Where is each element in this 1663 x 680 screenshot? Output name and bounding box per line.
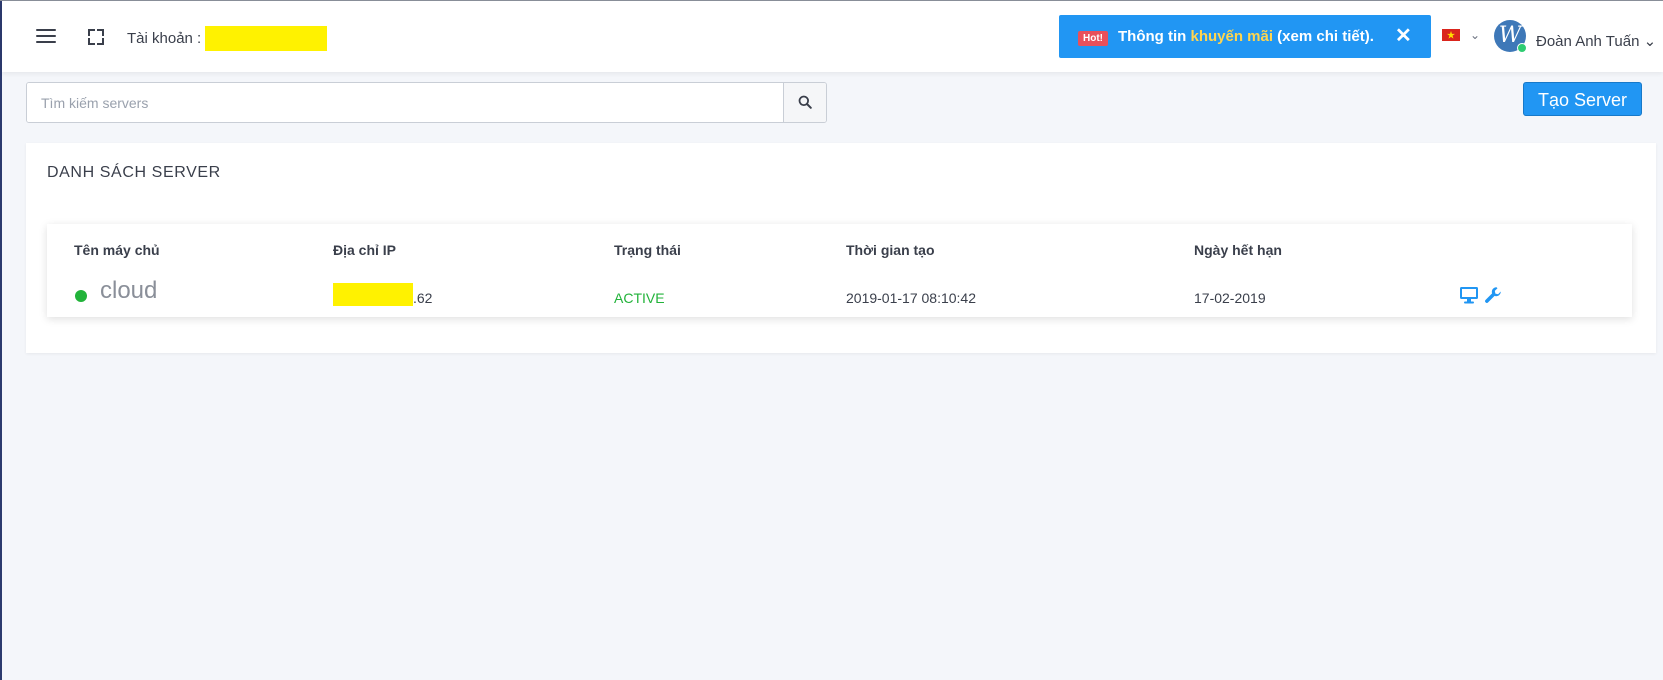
server-table: Tên máy chủ Địa chỉ IP Trạng thái Thời g…	[47, 224, 1632, 317]
promo-text: Thông tin khuyến mãi (xem chi tiết).	[1118, 28, 1374, 45]
search-box	[26, 82, 827, 123]
wrench-icon[interactable]	[1484, 286, 1502, 304]
column-header-ip: Địa chỉ IP	[333, 242, 397, 258]
column-header-status: Trạng thái	[614, 242, 681, 258]
hot-badge: Hot!	[1078, 31, 1108, 46]
search-button[interactable]	[783, 83, 826, 122]
expiry-date: 17-02-2019	[1194, 290, 1266, 306]
promo-highlight: khuyến mãi	[1190, 28, 1274, 45]
promo-banner[interactable]: Hot! Thông tin khuyến mãi (xem chi tiết)…	[1059, 15, 1431, 58]
language-dropdown-caret[interactable]: ⌄	[1470, 28, 1480, 42]
column-header-created: Thời gian tạo	[846, 242, 935, 258]
user-menu[interactable]: Đoàn Anh Tuấn ⌄	[1536, 32, 1656, 50]
close-icon[interactable]: ✕	[1395, 23, 1412, 48]
monitor-icon[interactable]	[1459, 286, 1479, 304]
created-time: 2019-01-17 08:10:42	[846, 290, 976, 306]
avatar[interactable]: W	[1494, 20, 1527, 53]
server-name-link[interactable]: cloud	[100, 277, 157, 305]
top-header: Tài khoản : Hot! Thông tin khuyến mãi (x…	[2, 1, 1663, 72]
search-icon	[798, 95, 812, 109]
server-list-card: DANH SÁCH SERVER Tên máy chủ Địa chỉ IP …	[26, 143, 1656, 353]
status-dot-icon	[75, 290, 87, 302]
account-value-redacted	[205, 26, 327, 51]
online-status-dot	[1517, 43, 1527, 53]
ip-suffix: .62	[413, 290, 433, 306]
menu-icon[interactable]	[36, 29, 56, 45]
account-label: Tài khoản :	[127, 30, 202, 47]
create-server-button[interactable]: Tạo Server	[1523, 82, 1642, 116]
column-header-name: Tên máy chủ	[74, 242, 160, 258]
vietnam-flag-icon[interactable]	[1442, 29, 1460, 41]
column-header-expires: Ngày hết hạn	[1194, 242, 1282, 258]
ip-redacted	[333, 283, 413, 306]
left-edge	[0, 0, 2, 680]
fullscreen-icon[interactable]	[88, 29, 104, 45]
search-input[interactable]	[27, 83, 782, 122]
status-badge: ACTIVE	[614, 290, 665, 306]
page-title: DANH SÁCH SERVER	[47, 164, 221, 181]
